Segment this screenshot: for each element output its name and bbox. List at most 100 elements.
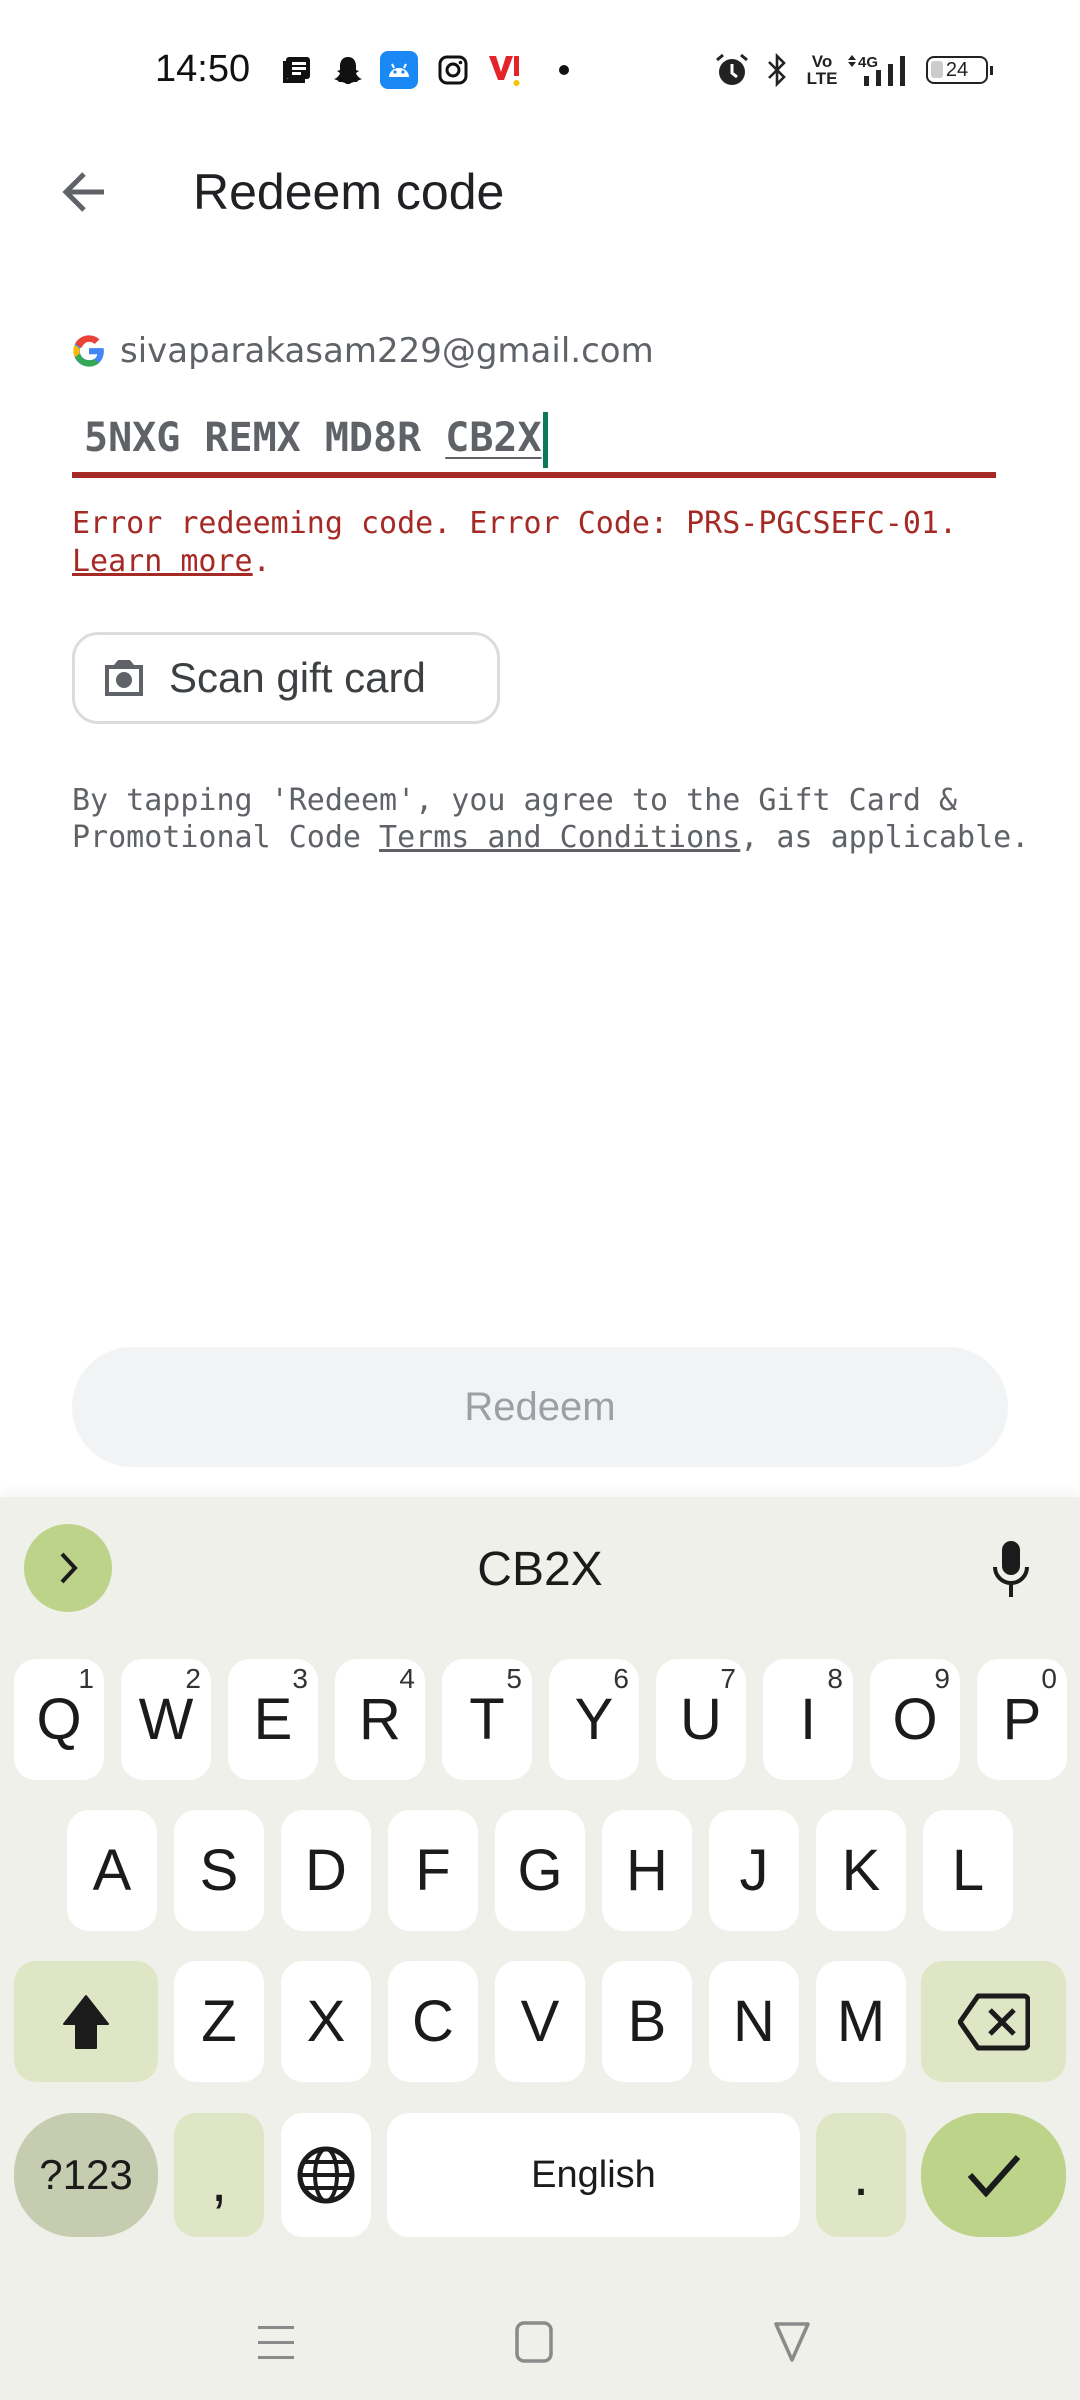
voice-input-button[interactable] xyxy=(980,1536,1042,1602)
key-k[interactable]: K xyxy=(816,1810,906,1931)
code-input-error-underline xyxy=(72,472,996,478)
key-t[interactable]: T5 xyxy=(442,1659,532,1780)
battery-icon: 24 xyxy=(922,52,993,88)
period-key[interactable]: . xyxy=(816,2113,906,2237)
key-h[interactable]: H xyxy=(602,1810,692,1931)
code-input[interactable]: 5NXG REMX MD8R CB2X xyxy=(72,400,996,478)
android-app-icon xyxy=(380,51,418,89)
keyboard xyxy=(0,1497,1080,2400)
redeem-button[interactable]: Redeem xyxy=(72,1347,1008,1467)
key-s[interactable]: S xyxy=(174,1810,264,1931)
keyboard-suggestion[interactable]: CB2X xyxy=(340,1535,740,1605)
instagram-icon xyxy=(436,52,470,88)
scan-gift-card-button[interactable]: Scan gift card xyxy=(72,632,500,724)
more-notifications-dot xyxy=(556,52,572,88)
key-label: Y xyxy=(574,1687,614,1752)
symbols-key[interactable]: ?123 xyxy=(14,2113,158,2237)
system-back-button[interactable] xyxy=(762,2310,822,2374)
account-email: sivaparakasam229@gmail.com xyxy=(120,331,654,371)
key-y[interactable]: Y6 xyxy=(549,1659,639,1780)
back-button[interactable] xyxy=(52,160,116,224)
space-key[interactable]: English xyxy=(387,2113,800,2237)
recents-button[interactable] xyxy=(246,2310,306,2374)
key-label: Q xyxy=(36,1687,82,1752)
shift-arrow-icon xyxy=(63,1994,109,2049)
4g-signal-icon: 4G xyxy=(846,52,916,88)
vi-carrier-icon xyxy=(486,52,522,88)
key-q[interactable]: Q1 xyxy=(14,1659,104,1780)
key-number-hint: 7 xyxy=(720,1663,736,1694)
key-z[interactable]: Z xyxy=(174,1961,264,2082)
scan-gift-card-label: Scan gift card xyxy=(169,654,426,701)
key-j[interactable]: J xyxy=(709,1810,799,1931)
bluetooth-icon xyxy=(762,52,792,88)
key-o[interactable]: O9 xyxy=(870,1659,960,1780)
key-e[interactable]: E3 xyxy=(228,1659,318,1780)
error-message: Error redeeming code. Error Code: PRS-PG… xyxy=(72,505,1012,581)
key-r[interactable]: R4 xyxy=(335,1659,425,1780)
key-label: P xyxy=(1002,1687,1042,1752)
learn-more-link[interactable]: Learn more xyxy=(72,544,253,579)
key-c[interactable]: C xyxy=(388,1961,478,2082)
key-u[interactable]: U7 xyxy=(656,1659,746,1780)
key-number-hint: 8 xyxy=(827,1663,843,1694)
home-icon xyxy=(515,2321,553,2363)
code-value-prefix: 5NXG REMX MD8R xyxy=(84,415,446,461)
key-a[interactable]: A xyxy=(67,1810,157,1931)
key-w[interactable]: W2 xyxy=(121,1659,211,1780)
globe-icon xyxy=(297,2146,355,2204)
home-button[interactable] xyxy=(504,2310,564,2374)
key-p[interactable]: P0 xyxy=(977,1659,1067,1780)
arrow-back-icon xyxy=(62,172,104,212)
key-b[interactable]: B xyxy=(602,1961,692,2082)
status-bar: 14:50 Vo LTE 4G 24 xyxy=(0,0,1080,140)
code-value-composing: CB2X xyxy=(445,415,542,461)
language-switch-key[interactable] xyxy=(281,2113,371,2237)
alarm-icon xyxy=(712,52,752,88)
key-number-hint: 9 xyxy=(934,1663,950,1694)
key-d[interactable]: D xyxy=(281,1810,371,1931)
shift-key[interactable] xyxy=(14,1961,158,2082)
code-input-value[interactable]: 5NXG REMX MD8R CB2X xyxy=(84,412,548,468)
key-v[interactable]: V xyxy=(495,1961,585,2082)
network-label: 4G xyxy=(858,54,878,71)
key-label: W xyxy=(138,1687,194,1752)
key-label: U xyxy=(680,1687,722,1752)
key-number-hint: 2 xyxy=(185,1663,201,1694)
recents-icon xyxy=(258,2326,294,2359)
key-label: T xyxy=(469,1687,505,1752)
battery-level: 24 xyxy=(945,58,969,81)
key-label: I xyxy=(799,1687,817,1752)
key-g[interactable]: G xyxy=(495,1810,585,1931)
chevron-right-icon xyxy=(60,1552,78,1584)
key-i[interactable]: I8 xyxy=(763,1659,853,1780)
key-number-hint: 6 xyxy=(613,1663,629,1694)
checkmark-icon xyxy=(967,2155,1020,2197)
key-label: O xyxy=(892,1687,938,1752)
volte-icon: Vo LTE xyxy=(807,52,838,88)
key-label: E xyxy=(253,1687,293,1752)
key-n[interactable]: N xyxy=(709,1961,799,2082)
key-l[interactable]: L xyxy=(923,1810,1013,1931)
terms-text: By tapping 'Redeem', you agree to the Gi… xyxy=(72,782,1032,856)
terms-link[interactable]: Terms and Conditions xyxy=(379,820,740,855)
enter-key[interactable] xyxy=(921,2113,1066,2237)
page-title: Redeem code xyxy=(193,164,505,220)
key-number-hint: 3 xyxy=(292,1663,308,1694)
key-number-hint: 0 xyxy=(1041,1663,1057,1694)
backspace-icon xyxy=(957,1993,1030,2050)
account-row: sivaparakasam229@gmail.com xyxy=(72,328,654,374)
comma-key[interactable]: , xyxy=(174,2113,264,2237)
key-m[interactable]: M xyxy=(816,1961,906,2082)
key-f[interactable]: F xyxy=(388,1810,478,1931)
error-text: Error redeeming code. Error Code: PRS-PG… xyxy=(72,506,958,541)
error-suffix: . xyxy=(252,544,271,579)
keyboard-toolbar-expand-button[interactable] xyxy=(24,1524,112,1612)
key-number-hint: 1 xyxy=(78,1663,94,1694)
news-icon xyxy=(280,52,314,88)
backspace-key[interactable] xyxy=(921,1961,1066,2082)
key-x[interactable]: X xyxy=(281,1961,371,2082)
status-time: 14:50 xyxy=(155,48,251,90)
key-label: R xyxy=(359,1687,401,1752)
text-cursor xyxy=(542,412,548,468)
